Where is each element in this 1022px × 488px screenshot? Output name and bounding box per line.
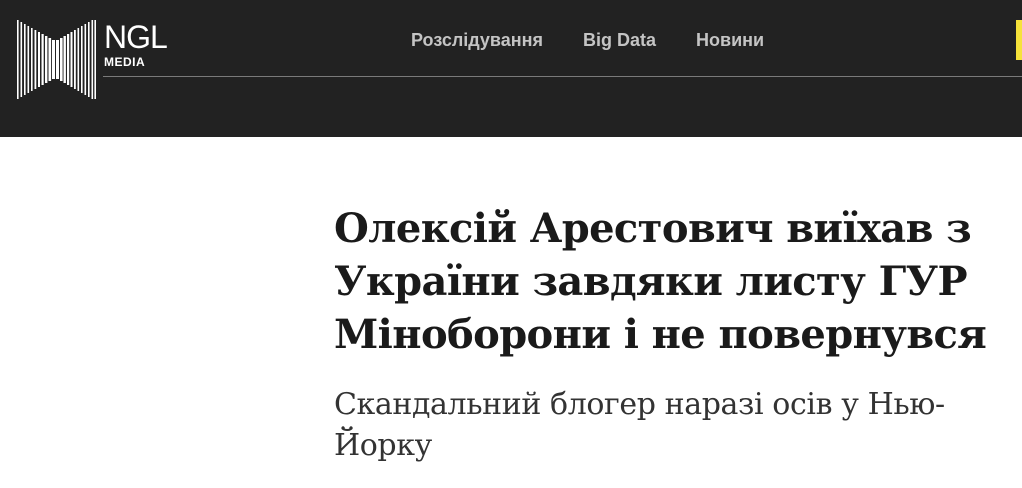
article-headline: Олексій Арестович виїхав з України завдя…	[334, 202, 1022, 361]
site-logo[interactable]: NGL MEDIA	[17, 20, 177, 100]
article: Олексій Арестович виїхав з України завдя…	[334, 202, 1022, 466]
article-subheadline: Скандальний блогер наразі осів у Нью- Йо…	[334, 384, 1022, 466]
subheadline-line: Скандальний блогер наразі осів у Нью-	[334, 387, 945, 422]
headline-line: України завдяки листу ГУР	[334, 258, 968, 305]
logo-name: NGL	[104, 19, 168, 55]
subheadline-line: Йорку	[334, 428, 432, 463]
nav-item-big-data[interactable]: Big Data	[583, 28, 656, 52]
header-accent-bar	[1016, 20, 1022, 60]
site-header: NGL MEDIA Розслідування Big Data Новини	[0, 0, 1022, 137]
logo-stripes-icon	[17, 20, 96, 99]
main-nav: Розслідування Big Data Новини	[411, 28, 804, 52]
headline-line: Міноборони і не повернувся	[334, 311, 987, 358]
nav-item-investigations[interactable]: Розслідування	[411, 28, 543, 52]
nav-item-news[interactable]: Новини	[696, 28, 764, 52]
logo-subtitle: MEDIA	[104, 55, 146, 69]
headline-line: Олексій Арестович виїхав з	[334, 205, 972, 252]
header-divider	[103, 76, 1022, 77]
